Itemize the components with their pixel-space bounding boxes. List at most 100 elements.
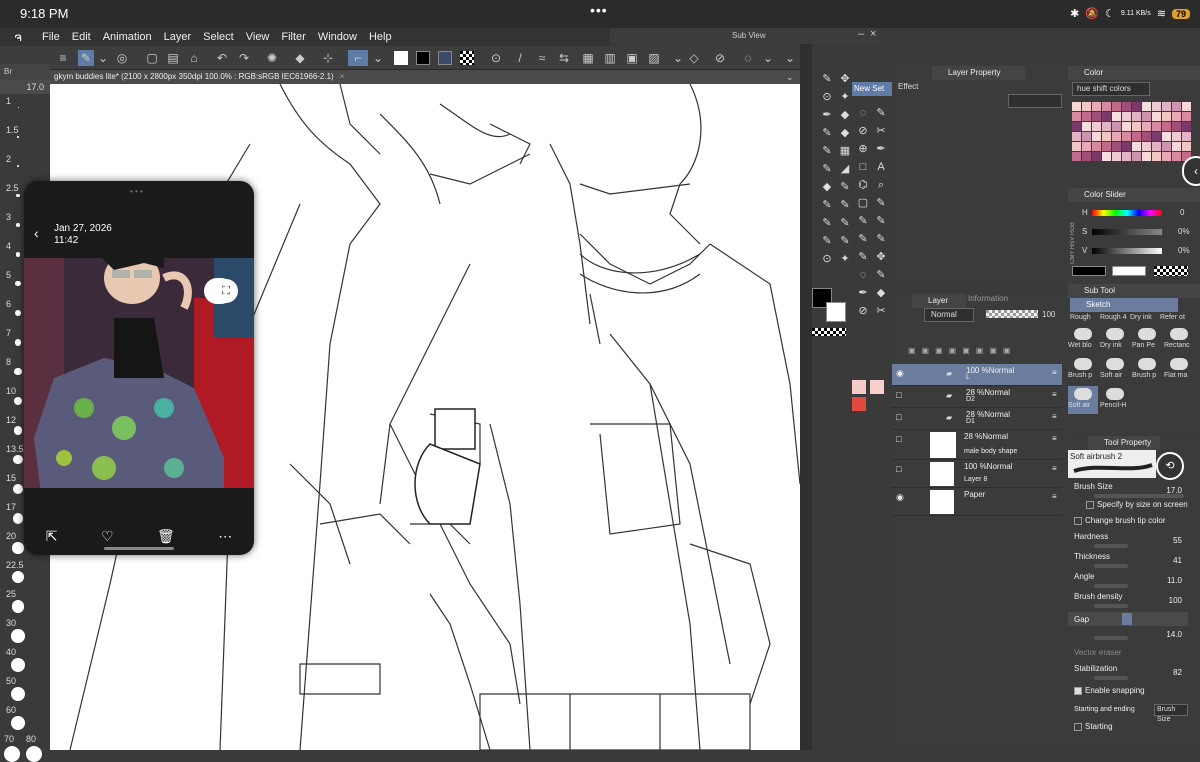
layer-menu-icon[interactable]: ≡ [1052,434,1057,443]
color-swatch[interactable] [1072,102,1081,111]
chevron-down-icon[interactable]: ⌄ [760,50,776,66]
tool-icon[interactable]: ◆ [820,180,834,194]
transparent-swatch[interactable] [460,51,474,65]
adjust-icon[interactable]: ≈ [534,50,550,66]
sub-color-swatch[interactable] [416,51,430,65]
brush-preset[interactable]: Wet blo [1068,326,1098,354]
brush-size-option[interactable]: 2.5 [6,183,19,193]
menu-select[interactable]: Select [197,31,240,43]
specify-checkbox[interactable] [1086,500,1094,509]
brush-preset[interactable]: Rectanc [1164,326,1194,354]
color-swatch[interactable] [1082,132,1091,141]
color-swatch[interactable] [1072,142,1081,151]
film-icon[interactable]: ▦ [580,50,596,66]
brush-size-option[interactable]: 6 [6,299,11,309]
layer-actions[interactable]: ▣▣▣▣▣▣▣▣ [908,346,1058,358]
color-swatch[interactable] [1092,122,1101,131]
app-logo-icon[interactable]: ຈ [0,30,36,44]
brush-size-option[interactable]: 12 [6,415,16,425]
transform-icon[interactable]: ⊹ [320,50,336,66]
more-icon[interactable]: ⋯ [218,528,232,545]
tool-icon[interactable]: ✒ [820,108,834,122]
visibility-checkbox[interactable]: □ [896,434,901,444]
tool-icon[interactable]: ⊘ [856,124,870,138]
brush-preset[interactable]: Soft air [1100,356,1130,384]
tool-icon[interactable]: ✥ [838,72,852,86]
color-swatch[interactable] [1102,132,1111,141]
brush-size-option[interactable]: 10 [6,386,16,396]
eye-icon[interactable]: ◉ [896,368,904,379]
layer-icon[interactable]: ◎ [114,50,130,66]
menu-layer[interactable]: Layer [158,31,198,43]
color-swatch[interactable] [1172,122,1181,131]
scan-icon[interactable]: ⛶ [214,279,238,303]
tool-icon[interactable]: ⊘ [856,304,870,318]
color-swatch[interactable] [1182,122,1191,131]
layer-property-title[interactable]: Layer Property [932,66,1026,80]
tool-icon[interactable]: ✎ [820,126,834,140]
layer-row[interactable]: □ 100 %Normal Layer 8 ≡ [892,460,1062,488]
visibility-checkbox[interactable]: □ [896,412,901,422]
fill-icon[interactable]: ◆ [292,50,308,66]
menu-window[interactable]: Window [312,31,363,43]
brush-size-option[interactable]: 1 [6,96,11,106]
brush-size-option[interactable]: 30 [6,618,16,628]
tool-icon[interactable]: ✂ [874,124,888,138]
tool-icon[interactable]: ✎ [820,234,834,248]
color-swatch[interactable] [1092,112,1101,121]
tool-icon[interactable]: ✎ [820,198,834,212]
sub-tool-group[interactable]: Sketch [1070,298,1178,312]
eye-icon[interactable]: ◉ [896,492,904,503]
layer-tab[interactable]: Layer [912,294,966,308]
tool-icon[interactable]: ⊙ [820,252,834,266]
drag-handle-icon[interactable]: • • • [130,187,143,196]
color-swatch[interactable] [1112,122,1121,131]
document-tab[interactable]: gkym buddies lite* (2100 x 2800px 350dpi… [50,70,800,84]
menu-file[interactable]: File [36,31,66,43]
brush-size-option[interactable]: 5 [6,270,11,280]
color-swatch[interactable] [1082,102,1091,111]
tool-icon[interactable]: ⊙ [820,90,834,104]
tool-icon[interactable]: ✎ [820,216,834,230]
color-swatch[interactable] [1132,132,1141,141]
opacity-slider[interactable] [986,310,1038,318]
color-swatch[interactable] [1172,132,1181,141]
color-swatch[interactable] [1182,112,1191,121]
tool-icon[interactable]: ◌ [856,268,870,282]
sub-tool-title[interactable]: Sub Tool [1068,284,1200,298]
brush-preset[interactable]: Brush p [1132,356,1162,384]
sub-color-chip[interactable] [826,302,846,322]
crop-icon[interactable]: ⊘ [712,50,728,66]
minimize-icon[interactable]: – [858,28,864,40]
layer-menu-icon[interactable]: ≡ [1052,464,1057,473]
color-swatch[interactable] [1102,142,1111,151]
tool-icon[interactable]: ✂ [874,304,888,318]
thickness-slider[interactable] [1094,564,1128,568]
heart-icon[interactable]: ♡ [101,528,114,545]
pen-tool-icon[interactable]: ✎ [78,50,94,66]
back-arrow-icon[interactable]: ‹ [34,225,39,241]
color-swatch[interactable] [1162,132,1171,141]
tool-icon[interactable]: ✎ [838,198,852,212]
color-swatch[interactable] [1112,102,1121,111]
menu-view[interactable]: View [240,31,276,43]
color-swatch[interactable] [1102,102,1111,111]
tool-icon[interactable]: □ [856,160,870,174]
floating-photo-viewer[interactable]: • • • ‹ Jan 27, 2026 11:42 ⛶ ⇱ ♡ 🗑 ⋯ [24,181,254,555]
layer-row[interactable]: ◉ Paper ≡ [892,488,1062,516]
brush-size-option[interactable]: 17 [6,502,16,512]
color-swatch[interactable] [1082,152,1091,161]
tool-icon[interactable]: ◌ [856,106,870,120]
tool-icon[interactable]: ⊕ [856,142,870,156]
tool-property-title[interactable]: Tool Property [1088,436,1160,450]
color-swatch[interactable] [1132,122,1141,131]
brush-preset[interactable]: Brush p [1068,356,1098,384]
brush-size-option[interactable]: 22.5 [6,560,24,570]
saturation-slider[interactable] [1092,229,1162,235]
stabilization-slider[interactable] [1094,676,1128,680]
chevron-down-icon[interactable]: ⌄ [370,50,386,66]
change-color-option[interactable]: Change brush tip color [1074,516,1194,525]
color-swatch[interactable] [1122,152,1131,161]
open-file-icon[interactable]: ▤ [165,50,181,66]
tool-icon[interactable]: ✎ [856,250,870,264]
